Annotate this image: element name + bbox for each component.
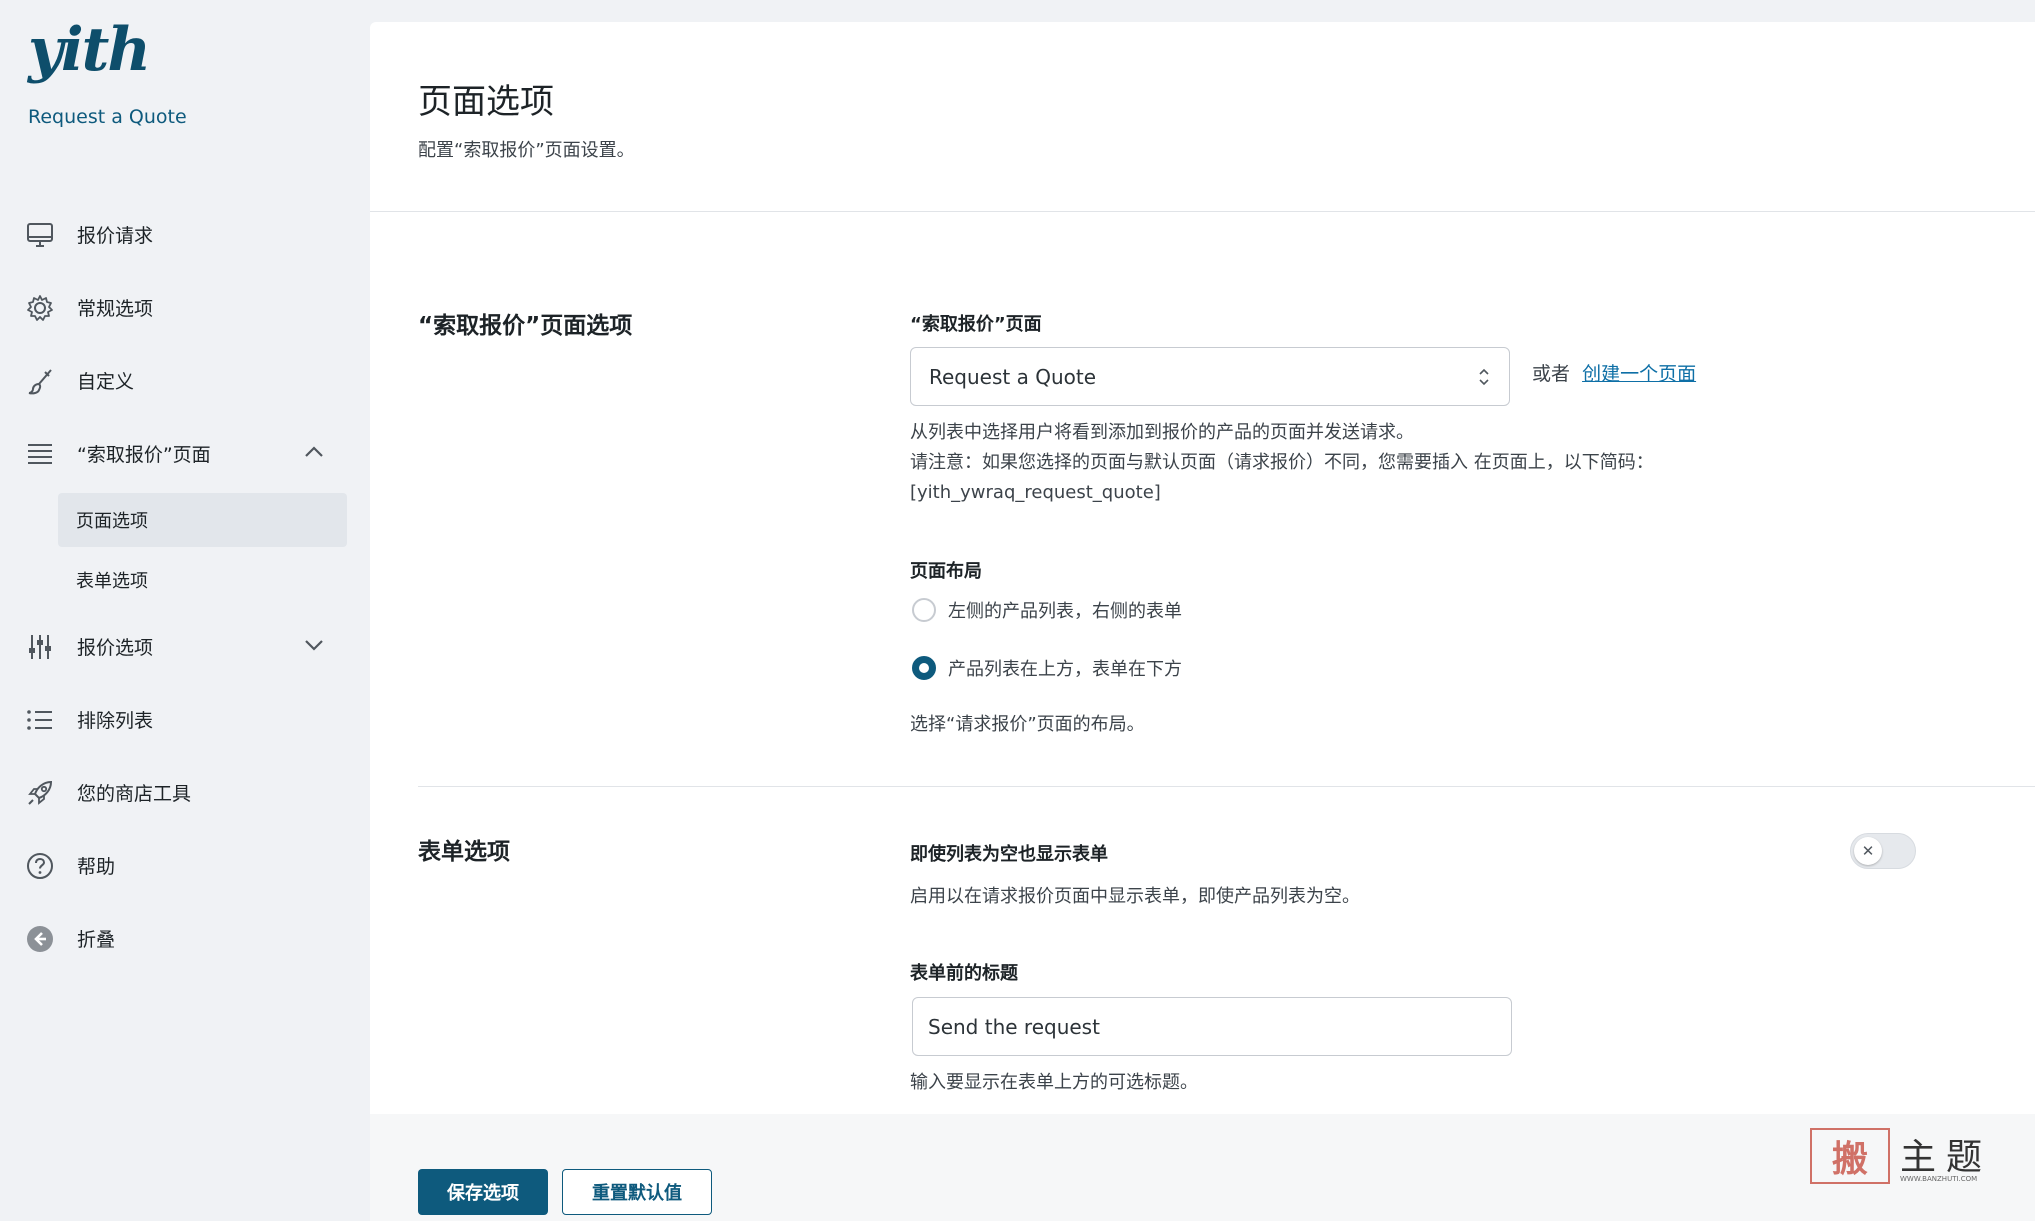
- sidebar-item-general-options[interactable]: 常规选项: [0, 271, 370, 344]
- select-arrows-icon: [1477, 366, 1491, 393]
- chevron-down-icon[interactable]: [303, 636, 325, 658]
- sidebar-item-label: 排除列表: [77, 710, 154, 732]
- form-title-help: 输入要显示在表单上方的可选标题。: [910, 1072, 1198, 1093]
- plugin-name: Request a Quote: [28, 106, 187, 128]
- sidebar-item-label: 自定义: [77, 371, 135, 393]
- rocket-icon: [25, 778, 55, 808]
- show-form-toggle[interactable]: ✕: [1850, 833, 1916, 869]
- section-divider: [418, 786, 2035, 787]
- quote-page-help-1: 从列表中选择用户将看到添加到报价的产品的页面并发送请求。: [910, 422, 1414, 443]
- sliders-icon: [25, 632, 55, 662]
- page-description: 配置“索取报价”页面设置。: [418, 140, 635, 161]
- chevron-up-icon[interactable]: [303, 443, 325, 465]
- quote-page-label: “索取报价”页面: [910, 314, 1042, 335]
- logo-wordmark: yith: [28, 15, 151, 85]
- layout-label: 页面布局: [910, 561, 982, 582]
- layout-help: 选择“请求报价”页面的布局。: [910, 714, 1145, 735]
- reset-defaults-button[interactable]: 重置默认值: [562, 1169, 712, 1215]
- sidebar-item-label: 您的商店工具: [77, 783, 192, 805]
- sidebar-item-exclusions[interactable]: 排除列表: [0, 683, 370, 756]
- sidebar-item-label: 常规选项: [77, 298, 154, 320]
- page-title: 页面选项: [418, 82, 554, 122]
- form-title-value: Send the request: [928, 1014, 1100, 1039]
- layout-option-side-by-side[interactable]: 左侧的产品列表，右侧的表单: [912, 597, 1182, 623]
- brush-icon: [25, 366, 55, 396]
- save-button[interactable]: 保存选项: [418, 1169, 548, 1215]
- sidebar-item-quote-options[interactable]: 报价选项: [0, 610, 370, 683]
- footer-bar: 保存选项 重置默认值: [370, 1114, 2035, 1221]
- sidebar-item-label: 报价请求: [77, 225, 154, 247]
- sidebar-subitem-form-options[interactable]: 表单选项: [0, 550, 370, 610]
- yith-logo[interactable]: yith: [28, 15, 151, 85]
- watermark: 搬 主题 WWW.BANZHUTI.COM: [1810, 1128, 2000, 1188]
- sidebar-item-help[interactable]: 帮助: [0, 829, 370, 902]
- divider: [370, 211, 2035, 212]
- sidebar: yith Request a Quote 报价请求 常规选项 自定义 “索取报价: [0, 0, 370, 1221]
- sidebar-subitem-page-options[interactable]: 页面选项: [58, 493, 347, 547]
- form-title-label: 表单前的标题: [910, 963, 1018, 984]
- close-icon: ✕: [1854, 837, 1882, 865]
- show-form-label: 即使列表为空也显示表单: [910, 844, 1108, 865]
- watermark-url: WWW.BANZHUTI.COM: [1900, 1175, 1978, 1183]
- bullet-list-icon: [25, 705, 55, 735]
- quote-page-selected-value: Request a Quote: [929, 364, 1097, 389]
- quote-page-help-2: 请注意：如果您选择的页面与默认页面（请求报价）不同，您需要插入 在页面上，以下简…: [910, 452, 1654, 473]
- radio-button-checked[interactable]: [912, 656, 936, 680]
- or-create-page: 或者 创建一个页面: [1532, 359, 1696, 386]
- or-text: 或者: [1532, 363, 1571, 385]
- create-page-link[interactable]: 创建一个页面: [1582, 363, 1696, 385]
- sidebar-item-store-tools[interactable]: 您的商店工具: [0, 756, 370, 829]
- sidebar-item-collapse[interactable]: 折叠: [0, 902, 370, 975]
- section-title-form-options: 表单选项: [418, 839, 510, 865]
- sidebar-nav: 报价请求 常规选项 自定义 “索取报价”页面 页面选项 表单选项 报价选项 排除…: [0, 198, 370, 975]
- quote-page-select[interactable]: Request a Quote: [910, 347, 1510, 406]
- form-title-input[interactable]: Send the request: [912, 997, 1512, 1056]
- section-title-page-options: “索取报价”页面选项: [418, 313, 633, 339]
- gear-icon: [25, 293, 55, 323]
- sidebar-item-label: 报价选项: [77, 637, 154, 659]
- watermark-stamp: 搬: [1810, 1128, 1890, 1184]
- shortcode-text: [yith_ywraq_request_quote]: [910, 482, 1161, 503]
- sidebar-item-label: 帮助: [77, 856, 116, 878]
- list-icon: [25, 439, 55, 469]
- help-icon: [25, 851, 55, 881]
- radio-button[interactable]: [912, 598, 936, 622]
- sidebar-item-label: 折叠: [77, 929, 116, 951]
- main-panel: 页面选项 配置“索取报价”页面设置。 “索取报价”页面选项 “索取报价”页面 R…: [370, 22, 2035, 1221]
- radio-label: 产品列表在上方，表单在下方: [948, 659, 1182, 680]
- sidebar-item-customize[interactable]: 自定义: [0, 344, 370, 417]
- sidebar-item-quote-page[interactable]: “索取报价”页面: [0, 417, 370, 490]
- collapse-icon: [25, 924, 55, 954]
- sidebar-item-quote-requests[interactable]: 报价请求: [0, 198, 370, 271]
- layout-option-stacked[interactable]: 产品列表在上方，表单在下方: [912, 655, 1182, 681]
- monitor-icon: [25, 220, 55, 250]
- sidebar-item-label: “索取报价”页面: [77, 444, 211, 466]
- radio-label: 左侧的产品列表，右侧的表单: [948, 601, 1182, 622]
- show-form-help: 启用以在请求报价页面中显示表单，即使产品列表为空。: [910, 886, 1360, 907]
- watermark-text: 主题: [1900, 1137, 1993, 1178]
